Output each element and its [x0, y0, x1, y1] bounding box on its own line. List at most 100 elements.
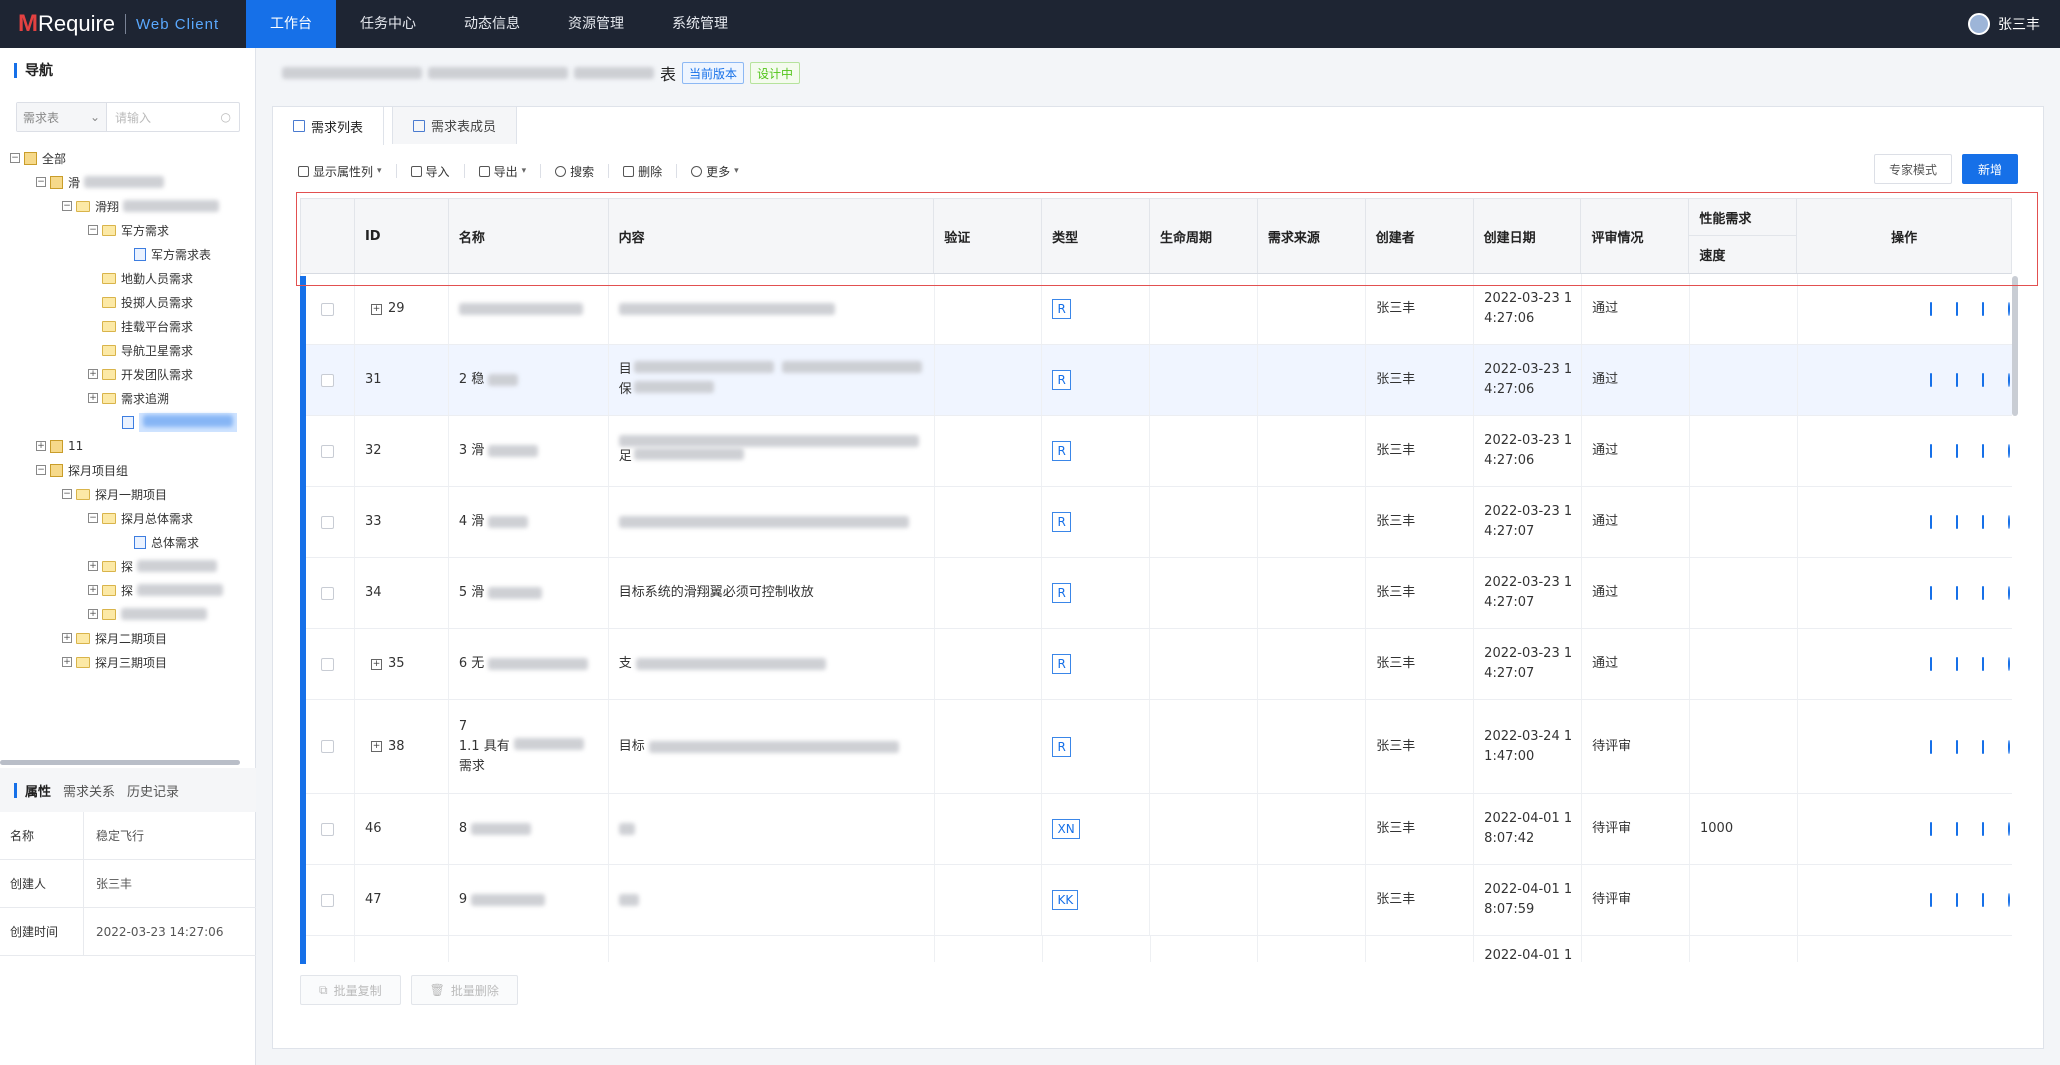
expand-icon[interactable]: +: [88, 561, 98, 571]
expand-icon[interactable]: +: [88, 393, 98, 403]
expand-icon[interactable]: +: [370, 658, 382, 670]
tree-node[interactable]: − 探月一期项目: [10, 482, 246, 506]
tree-search-input[interactable]: 请输入 ○: [107, 103, 239, 131]
row-checkbox[interactable]: [321, 302, 334, 316]
nav-tasks[interactable]: 任务中心: [336, 0, 440, 48]
collapse-icon[interactable]: −: [36, 177, 46, 187]
trash-icon[interactable]: [1955, 515, 1958, 529]
tree-node[interactable]: − 全部: [10, 146, 246, 170]
more-icon[interactable]: [2007, 515, 2010, 529]
row-checkbox[interactable]: [321, 586, 334, 600]
trash-icon[interactable]: [1955, 893, 1958, 907]
table-row[interactable]: 2022-04-01 1: [301, 936, 2012, 962]
delete-button[interactable]: 删除: [623, 163, 662, 180]
tree-node[interactable]: + 探: [10, 554, 246, 578]
table-row[interactable]: 32 3 滑 足 R 张三丰 2022-03-23 1 4:27:06 通过: [301, 416, 2012, 487]
edit-icon[interactable]: [1929, 444, 1932, 458]
table-scrollbar[interactable]: [2012, 276, 2018, 416]
expand-icon[interactable]: +: [88, 609, 98, 619]
tree-node[interactable]: 地勤人员需求: [10, 266, 246, 290]
document-icon[interactable]: [1981, 822, 1984, 836]
show-columns-button[interactable]: 显示属性列 ▾: [298, 163, 382, 180]
edit-icon[interactable]: [1929, 739, 1932, 754]
row-checkbox[interactable]: [321, 822, 334, 836]
tree-node[interactable]: − 滑: [10, 170, 246, 194]
tree-node[interactable]: + 需求追溯: [10, 386, 246, 410]
collapse-icon[interactable]: −: [88, 513, 98, 523]
trash-icon[interactable]: [1955, 739, 1958, 754]
document-icon[interactable]: [1981, 444, 1984, 458]
more-icon[interactable]: [2007, 893, 2010, 907]
expand-icon[interactable]: +: [370, 303, 382, 315]
collapse-icon[interactable]: −: [62, 489, 72, 499]
expand-icon[interactable]: +: [370, 741, 382, 752]
tab-requirements-list[interactable]: 需求列表: [272, 106, 385, 145]
import-button[interactable]: 导入: [410, 163, 450, 180]
tree-node[interactable]: + 开发团队需求: [10, 362, 246, 386]
more-icon[interactable]: [2007, 657, 2010, 671]
expert-mode-button[interactable]: 专家模式: [1874, 154, 1952, 184]
expand-icon[interactable]: +: [88, 585, 98, 595]
edit-icon[interactable]: [1929, 373, 1932, 387]
tree-node[interactable]: 总体需求: [10, 530, 246, 554]
app-logo[interactable]: M Require Web Client: [18, 10, 219, 38]
edit-icon[interactable]: [1929, 302, 1932, 316]
more-icon[interactable]: [2007, 586, 2010, 600]
edit-icon[interactable]: [1929, 893, 1932, 907]
batch-delete-button[interactable]: 🗑 批量删除: [410, 975, 518, 1005]
expand-icon[interactable]: +: [62, 657, 72, 667]
trash-icon[interactable]: [1955, 657, 1958, 671]
edit-icon[interactable]: [1929, 515, 1932, 529]
table-row[interactable]: +38 7 1.1 具有 需求 目标 R 张三丰 2022-03-24 1 1:47:…: [301, 700, 2012, 794]
trash-icon[interactable]: [1955, 302, 1958, 316]
document-icon[interactable]: [1981, 302, 1984, 316]
tree-node[interactable]: 军方需求表: [10, 242, 246, 266]
table-row[interactable]: 47 9 KK 张三丰 2022-04-01 1 8:07:59 待评审: [301, 865, 2012, 936]
collapse-icon[interactable]: −: [62, 201, 72, 211]
trash-icon[interactable]: [1955, 444, 1958, 458]
document-icon[interactable]: [1981, 373, 1984, 387]
document-icon[interactable]: [1981, 586, 1984, 600]
tree-node[interactable]: +: [10, 602, 246, 626]
tree-node[interactable]: 导航卫星需求: [10, 338, 246, 362]
row-checkbox[interactable]: [321, 515, 334, 529]
nav-workbench[interactable]: 工作台: [246, 0, 336, 48]
tree-node-selected[interactable]: [10, 410, 246, 434]
more-icon[interactable]: [2007, 822, 2010, 836]
edit-icon[interactable]: [1929, 657, 1932, 671]
more-icon[interactable]: [2007, 739, 2010, 754]
more-icon[interactable]: [2007, 444, 2010, 458]
document-icon[interactable]: [1981, 515, 1984, 529]
row-checkbox[interactable]: [321, 373, 334, 387]
document-icon[interactable]: [1981, 739, 1984, 754]
collapse-icon[interactable]: −: [36, 465, 46, 475]
search-button[interactable]: 搜索: [555, 163, 594, 180]
table-row[interactable]: 33 4 滑 R 张三丰 2022-03-23 1 4:27:07 通过: [301, 487, 2012, 558]
nav-system[interactable]: 系统管理: [648, 0, 752, 48]
expand-icon[interactable]: +: [36, 441, 46, 451]
row-checkbox[interactable]: [321, 740, 334, 753]
tree-node[interactable]: 投掷人员需求: [10, 290, 246, 314]
trash-icon[interactable]: [1955, 373, 1958, 387]
document-icon[interactable]: [1981, 893, 1984, 907]
row-checkbox[interactable]: [321, 893, 334, 907]
edit-icon[interactable]: [1929, 822, 1932, 836]
edit-icon[interactable]: [1929, 586, 1932, 600]
batch-copy-button[interactable]: ⧉ 批量复制: [300, 975, 401, 1005]
table-row[interactable]: 46 8 XN 张三丰 2022-04-01 1 8:07:42 待评审 1000: [301, 794, 2012, 865]
tree-node[interactable]: + 探: [10, 578, 246, 602]
row-checkbox[interactable]: [321, 444, 334, 458]
filter-type-select[interactable]: 需求表 ⌄: [17, 103, 107, 131]
more-icon[interactable]: [2007, 302, 2010, 316]
row-checkbox[interactable]: [321, 657, 334, 671]
export-button[interactable]: 导出 ▾: [478, 163, 526, 180]
tree-node[interactable]: − 军方需求: [10, 218, 246, 242]
nav-resources[interactable]: 资源管理: [544, 0, 648, 48]
panel-splitter[interactable]: [0, 760, 240, 765]
tab-history[interactable]: 历史记录: [127, 781, 179, 800]
collapse-icon[interactable]: −: [88, 225, 98, 235]
nav-news[interactable]: 动态信息: [440, 0, 544, 48]
tree-node[interactable]: 挂载平台需求: [10, 314, 246, 338]
tree-node[interactable]: + 探月三期项目: [10, 650, 246, 674]
trash-icon[interactable]: [1955, 822, 1958, 836]
